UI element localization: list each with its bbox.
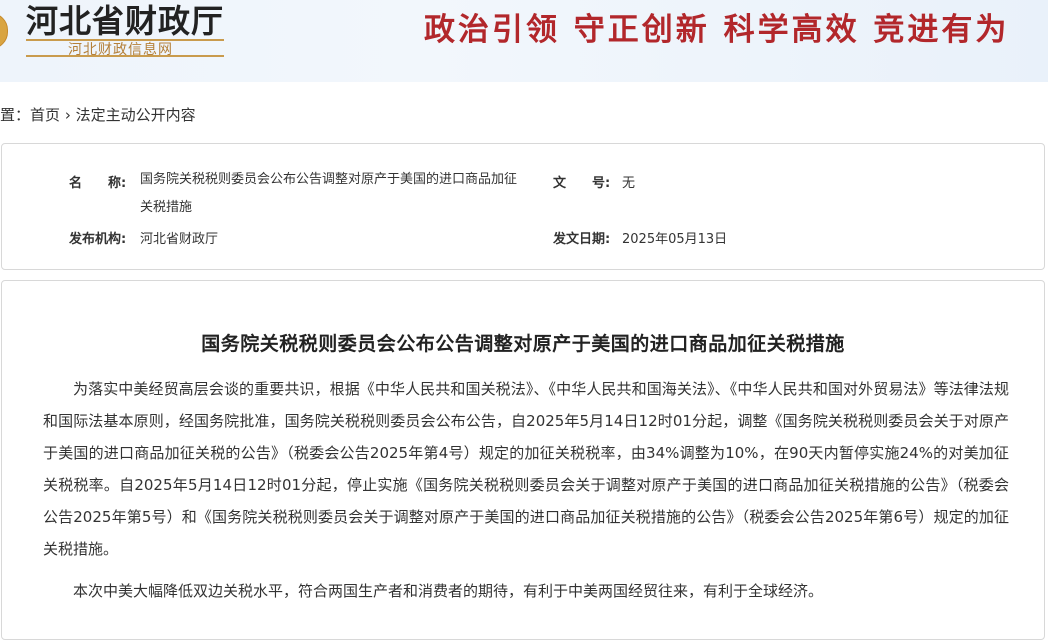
doc-number-label: 文 号:	[553, 176, 611, 191]
publisher-label: 发布机构:	[69, 232, 127, 247]
name-value: 国务院关税税则委员会公布公告调整对原产于美国的进口商品加征关税措施	[140, 172, 518, 215]
emblem-icon	[0, 13, 8, 49]
breadcrumb: 位置：首页 › 法定主动公开内容	[0, 104, 196, 125]
article-title: 国务院关税税则委员会公布公告调整对原产于美国的进口商品加征关税措施	[201, 333, 845, 355]
article-panel: 国务院关税税则委员会公布公告调整对原产于美国的进口商品加征关税措施 为落实中美经…	[1, 280, 1045, 640]
date-value: 2025年05月13日	[622, 232, 728, 247]
breadcrumb-home-link[interactable]: 首页	[30, 106, 60, 124]
site-header-banner: 河北省财政厅 河北财政信息网 政治引领 守正创新 科学高效 竞进有为	[0, 0, 1048, 82]
site-subtitle-block: 河北财政信息网	[26, 38, 224, 58]
document-info-panel: 名 称: 国务院关税税则委员会公布公告调整对原产于美国的进口商品加征关税措施 文…	[1, 143, 1045, 270]
slogan: 政治引领 守正创新 科学高效 竞进有为	[424, 12, 1010, 48]
site-name[interactable]: 河北省财政厅	[26, 0, 224, 42]
date-label: 发文日期:	[553, 232, 611, 247]
breadcrumb-current-link[interactable]: 法定主动公开内容	[76, 106, 196, 124]
publisher-value: 河北省财政厅	[140, 232, 219, 247]
breadcrumb-prefix: 位置：	[0, 106, 31, 124]
name-label: 名 称:	[69, 176, 127, 191]
breadcrumb-separator-icon: ›	[64, 106, 71, 124]
divider	[26, 55, 224, 57]
article-paragraph: 本次中美大幅降低双边关税水平，符合两国生产者和消费者的期待，有利于中美两国经贸往…	[73, 582, 824, 600]
article-paragraph: 为落实中美经贸高层会谈的重要共识，根据《中华人民共和国关税法》、《中华人民共和国…	[43, 380, 1009, 558]
doc-number-value: 无	[622, 176, 636, 191]
